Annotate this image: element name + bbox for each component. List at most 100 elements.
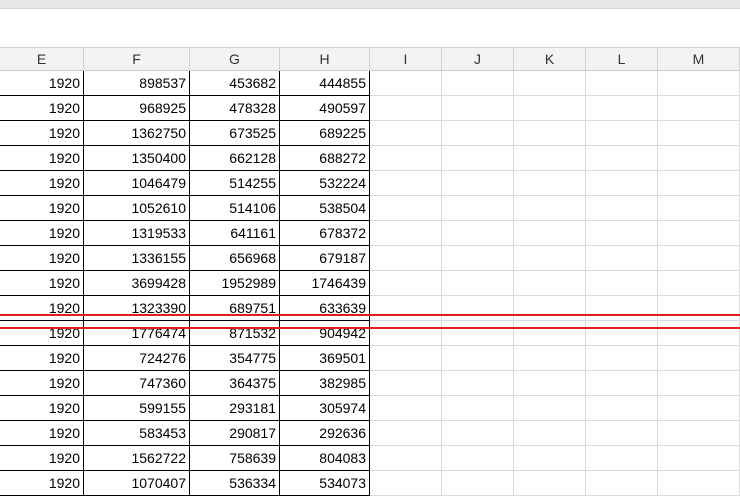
cell-g[interactable]: 641161 xyxy=(190,221,280,246)
cell-j[interactable] xyxy=(442,96,514,121)
cell-h[interactable]: 633639 xyxy=(280,296,370,321)
cell-k[interactable] xyxy=(514,96,586,121)
column-header-m[interactable]: M xyxy=(658,48,740,71)
column-header-j[interactable]: J xyxy=(442,48,514,71)
cell-e[interactable]: 1920 xyxy=(0,221,84,246)
cell-i[interactable] xyxy=(370,321,442,346)
cell-h[interactable]: 305974 xyxy=(280,396,370,421)
cell-m[interactable] xyxy=(658,446,740,471)
cell-e[interactable]: 1920 xyxy=(0,121,84,146)
cell-j[interactable] xyxy=(442,196,514,221)
cell-e[interactable]: 1920 xyxy=(0,471,84,496)
cell-f[interactable]: 1362750 xyxy=(84,121,190,146)
formula-bar[interactable] xyxy=(0,9,740,37)
cell-h[interactable]: 689225 xyxy=(280,121,370,146)
cell-f[interactable]: 1350400 xyxy=(84,146,190,171)
column-header-e[interactable]: E xyxy=(0,48,84,71)
column-header-i[interactable]: I xyxy=(370,48,442,71)
cell-m[interactable] xyxy=(658,221,740,246)
cell-j[interactable] xyxy=(442,321,514,346)
cell-i[interactable] xyxy=(370,271,442,296)
cell-k[interactable] xyxy=(514,121,586,146)
cell-f[interactable]: 1052610 xyxy=(84,196,190,221)
cell-f[interactable]: 968925 xyxy=(84,96,190,121)
cell-m[interactable] xyxy=(658,71,740,96)
cell-j[interactable] xyxy=(442,296,514,321)
cell-l[interactable] xyxy=(586,271,658,296)
cell-m[interactable] xyxy=(658,271,740,296)
cell-f[interactable]: 1323390 xyxy=(84,296,190,321)
cell-i[interactable] xyxy=(370,196,442,221)
column-header-f[interactable]: F xyxy=(84,48,190,71)
cell-g[interactable]: 290817 xyxy=(190,421,280,446)
cell-h[interactable]: 688272 xyxy=(280,146,370,171)
cell-g[interactable]: 689751 xyxy=(190,296,280,321)
cell-l[interactable] xyxy=(586,346,658,371)
cell-h[interactable]: 490597 xyxy=(280,96,370,121)
cell-g[interactable]: 453682 xyxy=(190,71,280,96)
cell-i[interactable] xyxy=(370,146,442,171)
cell-g[interactable]: 514106 xyxy=(190,196,280,221)
cell-m[interactable] xyxy=(658,171,740,196)
cell-l[interactable] xyxy=(586,196,658,221)
cell-e[interactable]: 1920 xyxy=(0,271,84,296)
cell-j[interactable] xyxy=(442,146,514,171)
cell-i[interactable] xyxy=(370,96,442,121)
cell-j[interactable] xyxy=(442,446,514,471)
cell-f[interactable]: 1319533 xyxy=(84,221,190,246)
cell-f[interactable]: 3699428 xyxy=(84,271,190,296)
cell-f[interactable]: 583453 xyxy=(84,421,190,446)
cell-l[interactable] xyxy=(586,121,658,146)
cell-e[interactable]: 1920 xyxy=(0,171,84,196)
cell-l[interactable] xyxy=(586,296,658,321)
cell-h[interactable]: 444855 xyxy=(280,71,370,96)
cell-g[interactable]: 478328 xyxy=(190,96,280,121)
cell-g[interactable]: 536334 xyxy=(190,471,280,496)
cell-f[interactable]: 1070407 xyxy=(84,471,190,496)
cell-e[interactable]: 1920 xyxy=(0,246,84,271)
cell-k[interactable] xyxy=(514,446,586,471)
cell-l[interactable] xyxy=(586,71,658,96)
cell-e[interactable]: 1920 xyxy=(0,346,84,371)
cell-g[interactable]: 514255 xyxy=(190,171,280,196)
cell-m[interactable] xyxy=(658,196,740,221)
cell-g[interactable]: 1952989 xyxy=(190,271,280,296)
cell-e[interactable]: 1920 xyxy=(0,446,84,471)
cell-j[interactable] xyxy=(442,171,514,196)
cell-e[interactable]: 1920 xyxy=(0,321,84,346)
column-header-l[interactable]: L xyxy=(586,48,658,71)
cell-h[interactable]: 904942 xyxy=(280,321,370,346)
cell-f[interactable]: 1776474 xyxy=(84,321,190,346)
cell-f[interactable]: 898537 xyxy=(84,71,190,96)
cell-k[interactable] xyxy=(514,321,586,346)
cell-l[interactable] xyxy=(586,471,658,496)
cell-f[interactable]: 1562722 xyxy=(84,446,190,471)
cell-m[interactable] xyxy=(658,396,740,421)
cell-i[interactable] xyxy=(370,221,442,246)
cell-h[interactable]: 679187 xyxy=(280,246,370,271)
cell-h[interactable]: 678372 xyxy=(280,221,370,246)
cell-m[interactable] xyxy=(658,421,740,446)
cell-j[interactable] xyxy=(442,221,514,246)
cell-h[interactable]: 538504 xyxy=(280,196,370,221)
cell-i[interactable] xyxy=(370,296,442,321)
cell-j[interactable] xyxy=(442,346,514,371)
cell-k[interactable] xyxy=(514,246,586,271)
cell-g[interactable]: 293181 xyxy=(190,396,280,421)
cell-m[interactable] xyxy=(658,246,740,271)
cell-f[interactable]: 724276 xyxy=(84,346,190,371)
cell-m[interactable] xyxy=(658,296,740,321)
cell-h[interactable]: 369501 xyxy=(280,346,370,371)
cell-h[interactable]: 382985 xyxy=(280,371,370,396)
cell-e[interactable]: 1920 xyxy=(0,296,84,321)
cell-k[interactable] xyxy=(514,421,586,446)
cell-k[interactable] xyxy=(514,146,586,171)
cell-l[interactable] xyxy=(586,446,658,471)
cell-h[interactable]: 804083 xyxy=(280,446,370,471)
cell-i[interactable] xyxy=(370,246,442,271)
cell-j[interactable] xyxy=(442,421,514,446)
cell-f[interactable]: 747360 xyxy=(84,371,190,396)
cell-e[interactable]: 1920 xyxy=(0,146,84,171)
cell-e[interactable]: 1920 xyxy=(0,396,84,421)
cell-m[interactable] xyxy=(658,146,740,171)
